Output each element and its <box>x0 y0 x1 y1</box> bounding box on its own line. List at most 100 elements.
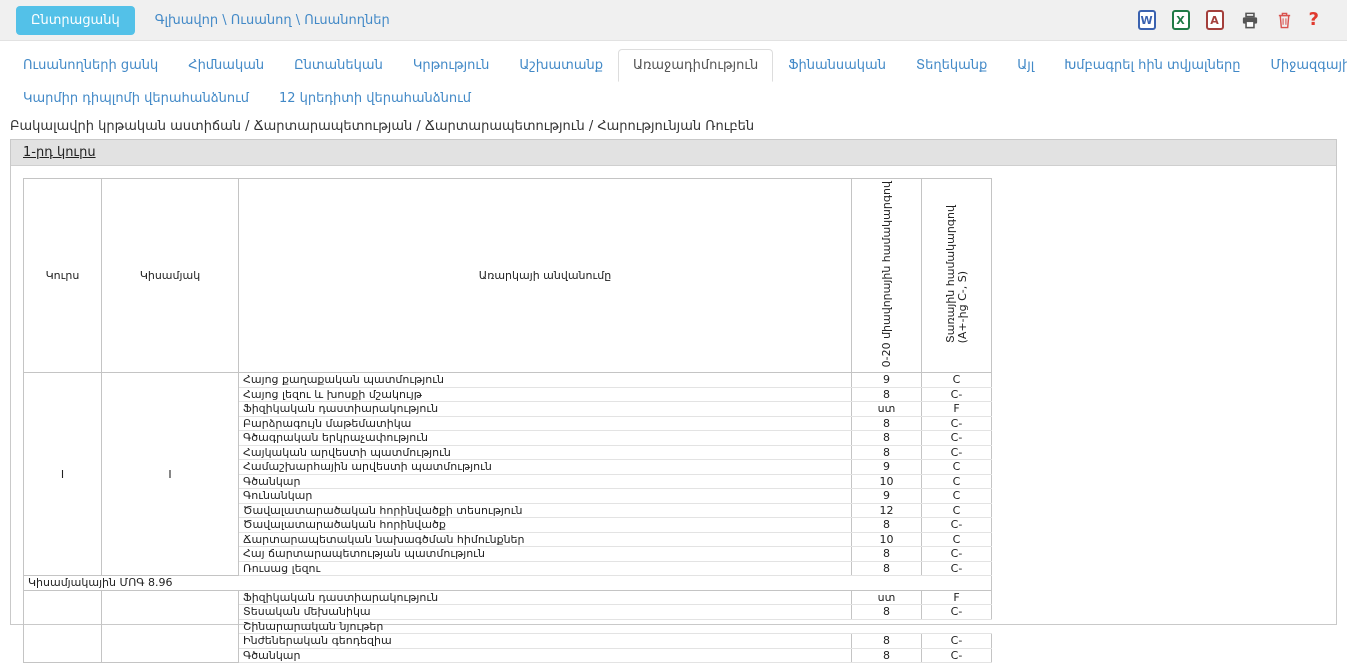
export-word-icon[interactable]: W <box>1138 10 1156 30</box>
score-cell: 8 <box>852 561 922 576</box>
subject-cell: Ծավալատարածական հորինվածք <box>239 518 852 533</box>
semester-cell <box>102 590 239 663</box>
tab-item[interactable]: Կրթություն <box>398 49 505 82</box>
tab-row-1: Ուսանողների ցանկՀիմնականԸնտանեկանԿրթությ… <box>8 49 1339 82</box>
subject-cell: Հայ ճարտարապետության պատմություն <box>239 547 852 562</box>
column-header-letter-line2: (A+-ից C-, S) <box>957 271 969 343</box>
tab-item[interactable]: Առաջադիմություն <box>618 49 773 82</box>
letter-cell: C- <box>922 648 992 663</box>
letter-cell: C <box>922 532 992 547</box>
score-cell: 8 <box>852 416 922 431</box>
course-cell <box>24 590 102 663</box>
column-header-course: Կուրս <box>24 179 102 373</box>
tab-item[interactable]: Ընտանեկան <box>279 49 398 82</box>
subject-cell: Գծանկար <box>239 474 852 489</box>
grades-table-body: IIՀայոց քաղաքական պատմություն9CՀայոց լեզ… <box>24 373 992 663</box>
score-cell: 12 <box>852 503 922 518</box>
column-header-score-20: 0-20 միավորային համակարգով <box>852 179 922 373</box>
letter-cell: F <box>922 590 992 605</box>
tab-item[interactable]: Միջազգային վերականգնում <box>1256 49 1347 82</box>
tab-item[interactable]: Ուսանողների ցանկ <box>8 49 173 82</box>
score-cell: 8 <box>852 634 922 649</box>
score-cell: 8 <box>852 518 922 533</box>
letter-cell: C- <box>922 561 992 576</box>
toolbar-icons: W X A ? <box>1138 10 1331 30</box>
subject-cell: Ֆիզիկական դաստիարակություն <box>239 590 852 605</box>
letter-cell: C <box>922 460 992 475</box>
tab-item[interactable]: Կարմիր դիպլոմի վերահանձնում <box>8 82 264 115</box>
subject-cell: Համաշխարհային արվեստի պատմություն <box>239 460 852 475</box>
letter-cell <box>922 619 992 634</box>
column-header-semester: Կիսամյակ <box>102 179 239 373</box>
student-info-line: Բակալավրի կրթական աստիճան / Ճարտարապետու… <box>0 115 1347 139</box>
letter-cell: C <box>922 373 992 388</box>
column-header-score-20-label: 0-20 միավորային համակարգով <box>881 181 893 367</box>
semester-gpa-label: Կիսամյակային ՄՈԳ 8.96 <box>24 576 992 591</box>
letter-cell: C- <box>922 547 992 562</box>
letter-cell: C- <box>922 634 992 649</box>
score-cell: 9 <box>852 489 922 504</box>
tab-item[interactable]: Տեղեկանք <box>901 49 1002 82</box>
score-cell: 9 <box>852 460 922 475</box>
subject-cell: Գծանկար <box>239 648 852 663</box>
tab-item[interactable]: 12 կրեդիտի վերահանձնում <box>264 82 486 115</box>
column-header-letter-line1: Տառային համակարգով <box>945 205 957 343</box>
score-cell: 8 <box>852 431 922 446</box>
export-pdf-icon[interactable]: A <box>1206 10 1224 30</box>
top-bar: Ընտրացանկ Գլխավոր \ Ուսանող \ Ուսանողներ… <box>0 0 1347 41</box>
subject-cell: Ճարտարապետական նախագծման հիմունքներ <box>239 532 852 547</box>
letter-cell: C- <box>922 605 992 620</box>
semester-cell: I <box>102 373 239 576</box>
subject-cell: Ծավալատարածական հորինվածքի տեսություն <box>239 503 852 518</box>
subject-cell: Տեսական մեխանիկա <box>239 605 852 620</box>
subject-cell: Ռուսաց լեզու <box>239 561 852 576</box>
grades-table-header-row: Կուրս Կիսամյակ Առարկայի անվանումը 0-20 մ… <box>24 179 992 373</box>
tab-item[interactable]: Աշխատանք <box>504 49 618 82</box>
course-section-header: 1-րդ կուրս <box>11 140 1336 166</box>
subject-cell: Հայկական արվեստի պատմություն <box>239 445 852 460</box>
breadcrumb[interactable]: Գլխավոր \ Ուսանող \ Ուսանողներ <box>155 13 390 28</box>
subject-cell: Հայոց քաղաքական պատմություն <box>239 373 852 388</box>
letter-cell: F <box>922 402 992 417</box>
letter-cell: C <box>922 503 992 518</box>
letter-cell: C- <box>922 518 992 533</box>
course-cell: I <box>24 373 102 576</box>
score-cell: 10 <box>852 474 922 489</box>
subject-cell: Հայոց լեզու և խոսքի մշակույթ <box>239 387 852 402</box>
tab-item[interactable]: Ֆինանսական <box>773 49 901 82</box>
score-cell: ստ <box>852 590 922 605</box>
export-excel-icon[interactable]: X <box>1172 10 1190 30</box>
letter-cell: C <box>922 474 992 489</box>
letter-cell: C- <box>922 445 992 460</box>
semester-gpa-row: Կիսամյակային ՄՈԳ 8.96 <box>24 576 992 591</box>
grades-panel: 1-րդ կուրս Կուրս Կիսամյակ Առարկայի անվան… <box>10 139 1337 625</box>
print-icon[interactable] <box>1240 11 1260 30</box>
score-cell: 8 <box>852 605 922 620</box>
score-cell: 8 <box>852 445 922 460</box>
letter-cell: C <box>922 489 992 504</box>
tab-item[interactable]: Խմբագրել հին տվյալները <box>1049 49 1255 82</box>
subject-cell: Բարձրագույն մաթեմատիկա <box>239 416 852 431</box>
subject-cell: Գծագրական երկրաչափություն <box>239 431 852 446</box>
column-header-subject: Առարկայի անվանումը <box>239 179 852 373</box>
letter-cell: C- <box>922 431 992 446</box>
tab-item[interactable]: Հիմնական <box>173 49 279 82</box>
score-cell: 9 <box>852 373 922 388</box>
help-icon[interactable]: ? <box>1309 11 1319 29</box>
grades-table: Կուրս Կիսամյակ Առարկայի անվանումը 0-20 մ… <box>23 178 992 663</box>
column-header-letter-grade: Տառային համակարգով(A+-ից C-, S) <box>922 179 992 373</box>
tab-item[interactable]: Այլ <box>1002 49 1049 82</box>
subject-cell: Ֆիզիկական դաստիարակություն <box>239 402 852 417</box>
score-cell: 8 <box>852 547 922 562</box>
tabs-area: Ուսանողների ցանկՀիմնականԸնտանեկանԿրթությ… <box>0 41 1347 115</box>
subject-row: Ֆիզիկական դաստիարակությունստF <box>24 590 992 605</box>
course-section-link[interactable]: 1-րդ կուրս <box>23 145 96 160</box>
menu-button[interactable]: Ընտրացանկ <box>16 6 135 35</box>
delete-icon[interactable] <box>1276 11 1293 30</box>
subject-cell: Գունանկար <box>239 489 852 504</box>
score-cell: 8 <box>852 387 922 402</box>
letter-cell: C- <box>922 387 992 402</box>
score-cell: 10 <box>852 532 922 547</box>
subject-row: IIՀայոց քաղաքական պատմություն9C <box>24 373 992 388</box>
score-cell <box>852 619 922 634</box>
